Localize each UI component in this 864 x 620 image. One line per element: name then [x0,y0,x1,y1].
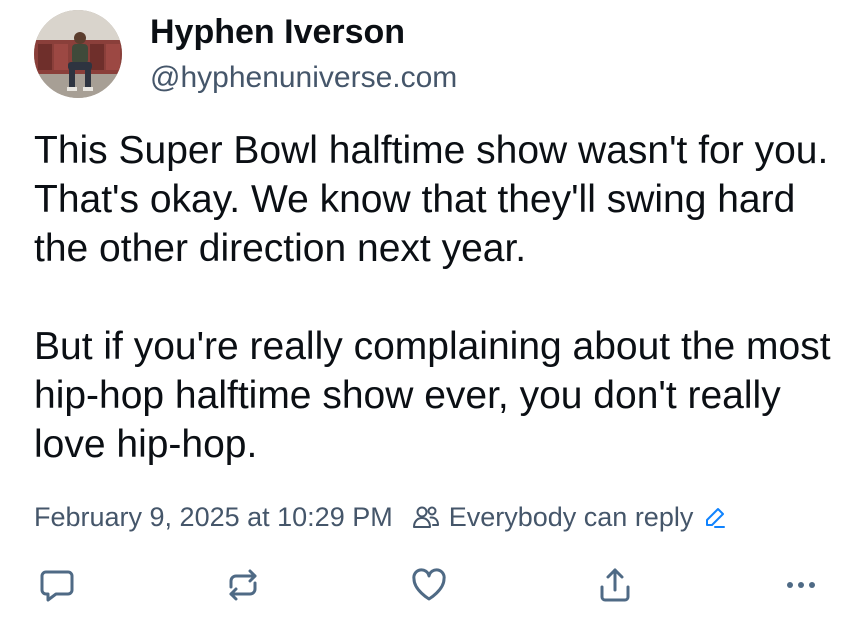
edit-icon [703,505,727,529]
post-text: This Super Bowl halftime show wasn't for… [34,126,834,469]
share-button[interactable] [590,562,640,612]
avatar[interactable] [34,10,122,98]
post-card: Hyphen Iverson @hyphenuniverse.com This … [0,0,864,620]
reply-button[interactable] [32,562,82,612]
share-icon [595,565,635,610]
post-paragraph: But if you're really complaining about t… [34,325,831,466]
like-button[interactable] [404,562,454,612]
reply-setting-label: Everybody can reply [448,501,694,532]
like-icon [409,565,449,610]
post-paragraph: This Super Bowl halftime show wasn't for… [34,129,829,270]
author-handle[interactable]: @hyphenuniverse.com [150,60,457,96]
post-timestamp: February 9, 2025 at 10:29 PM [34,501,393,532]
reply-setting-button[interactable]: Everybody can reply [393,502,728,533]
repost-button[interactable] [218,562,268,612]
reply-icon [37,565,77,610]
people-icon [411,502,441,532]
post-meta: February 9, 2025 at 10:29 PM Everybody c… [34,500,727,534]
author-display-name[interactable]: Hyphen Iverson [150,12,405,52]
action-bar [0,562,864,612]
repost-icon [223,565,263,610]
more-options-button[interactable] [776,562,826,612]
more-icon [781,565,821,610]
avatar-photo [34,10,122,98]
